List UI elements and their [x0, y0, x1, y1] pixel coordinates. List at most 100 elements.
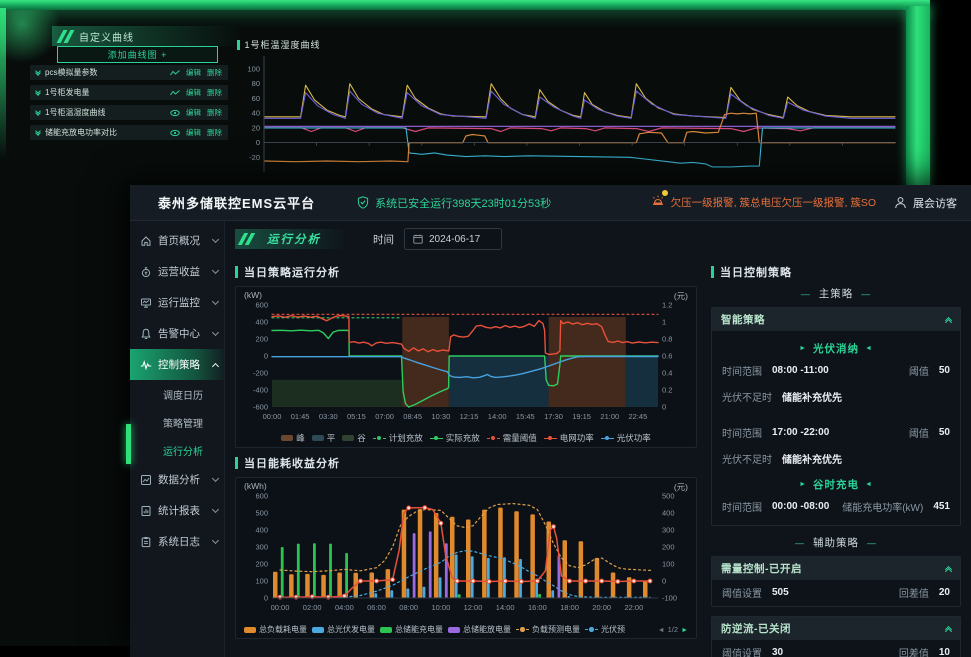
- svg-text:100: 100: [255, 577, 268, 586]
- sidebar-item-label: 系统日志: [158, 534, 200, 549]
- green-frame-top: [0, 0, 930, 10]
- edit-button[interactable]: 编辑: [186, 87, 201, 98]
- calendar-icon: [413, 234, 423, 244]
- sidebar-subitem-run-analysis[interactable]: 运行分析: [130, 436, 224, 464]
- svg-text:200: 200: [255, 335, 268, 344]
- curve-list-item[interactable]: 1号柜温湿度曲线 编辑 删除: [30, 105, 228, 120]
- user-menu[interactable]: 展会访客: [894, 195, 957, 211]
- sidebar-subitem-strategy-management[interactable]: 策略管理: [130, 408, 224, 436]
- svg-text:22:45: 22:45: [629, 412, 648, 421]
- chevron-down-icon: [212, 328, 219, 335]
- section-bar-decoration: [235, 266, 238, 278]
- sidebar-item-label: 运行监控: [158, 295, 200, 310]
- legend-item-planned[interactable]: 计划充放: [373, 432, 423, 444]
- legend-item-actual[interactable]: 实际充放: [430, 432, 480, 444]
- svg-text:0: 0: [264, 594, 268, 603]
- svg-text:600: 600: [255, 492, 268, 501]
- sidebar-item-label: 统计报表: [158, 503, 200, 518]
- date-picker-input[interactable]: 2024-06-17: [404, 228, 502, 250]
- delete-button[interactable]: 删除: [207, 87, 222, 98]
- collapse-chevron-icon[interactable]: [946, 567, 951, 571]
- edit-button[interactable]: 编辑: [186, 127, 201, 138]
- alarm-ticker[interactable]: 欠压一级报警, 簇总电压欠压一级报警, 簇SO: [651, 194, 876, 212]
- svg-text:05:15: 05:15: [347, 412, 366, 421]
- legend-next-page-button[interactable]: [681, 625, 688, 634]
- svg-text:02:00: 02:00: [303, 603, 322, 612]
- custom-curves-title-text: 自定义曲线: [79, 29, 134, 44]
- section-title: 当日策略运行分析: [244, 264, 340, 280]
- eye-icon[interactable]: [170, 109, 180, 117]
- legend-prev-page-button[interactable]: [658, 625, 665, 634]
- svg-text:-400: -400: [253, 386, 268, 395]
- svg-text:06:00: 06:00: [367, 603, 386, 612]
- legend-item-load-consumption[interactable]: 总负载耗电量: [244, 624, 307, 635]
- sidebar-subitem-schedule-calendar[interactable]: 调度日历: [130, 380, 224, 408]
- sidebar-item-revenue[interactable]: 运营收益: [130, 256, 224, 287]
- sidebar-item-control-strategy[interactable]: 控制策略: [130, 349, 224, 380]
- sidebar-item-monitoring[interactable]: 运行监控: [130, 287, 224, 318]
- sidebar-item-label: 运营收益: [158, 264, 200, 279]
- charts-column: 当日策略运行分析 (kW) (元) 6004002000-200-400-600…: [235, 257, 697, 657]
- svg-text:08:45: 08:45: [403, 412, 422, 421]
- legend-item-valley[interactable]: 谷: [342, 432, 366, 444]
- bg-chart-title: 1号柜温湿度曲线: [245, 38, 321, 51]
- curve-icon[interactable]: [170, 69, 180, 77]
- svg-text:300: 300: [662, 526, 675, 535]
- user-name: 展会访客: [913, 195, 957, 211]
- edit-button[interactable]: 编辑: [186, 67, 201, 78]
- sidebar-item-alarm-center[interactable]: 告警中心: [130, 318, 224, 349]
- legend-item-demand-threshold[interactable]: 需量阈值: [487, 432, 537, 444]
- sidebar-item-reports[interactable]: 统计报表: [130, 495, 224, 526]
- collapse-chevron-icon[interactable]: [946, 627, 951, 631]
- slash-decoration-icon: [60, 30, 71, 43]
- legend-item-load-forecast[interactable]: 负载预测电量: [516, 624, 580, 635]
- legend-item-storage-discharge[interactable]: 总储能放电量: [448, 624, 511, 635]
- add-curve-button[interactable]: 添加曲线图 +: [57, 46, 218, 63]
- legend-item-peak[interactable]: 峰: [281, 432, 305, 444]
- svg-text:14:00: 14:00: [496, 603, 515, 612]
- curve-list-item[interactable]: 储能充放电功率对比 编辑 删除: [30, 125, 228, 140]
- curve-icon[interactable]: [170, 89, 180, 97]
- delete-button[interactable]: 删除: [207, 107, 222, 118]
- legend-item-storage-charge[interactable]: 总储能充电量: [380, 624, 443, 635]
- svg-text:12:00: 12:00: [464, 603, 483, 612]
- chevron-down-icon: [212, 235, 219, 242]
- eye-icon[interactable]: [170, 129, 180, 137]
- sidebar-item-system-log[interactable]: 系统日志: [130, 526, 224, 557]
- anti-backflow-card-header: 防逆流-已关闭: [712, 617, 960, 640]
- curve-list-item[interactable]: pcs模拟量参数 编辑 删除: [30, 65, 228, 80]
- delete-button[interactable]: 删除: [207, 67, 222, 78]
- svg-text:-20: -20: [249, 153, 260, 162]
- curve-list-item[interactable]: 1号柜发电量 编辑 删除: [30, 85, 228, 100]
- svg-text:19:15: 19:15: [572, 412, 591, 421]
- svg-text:14:00: 14:00: [488, 412, 507, 421]
- strategy-row: 光伏不足时 储能补充优先: [722, 389, 950, 404]
- section-daily-control-strategy: 当日控制策略: [711, 264, 961, 280]
- aux-strategy-divider: 辅助策略: [711, 535, 961, 550]
- green-accent-strip: [126, 424, 131, 464]
- user-icon[interactable]: [894, 196, 907, 209]
- svg-text:20: 20: [252, 123, 260, 132]
- home-icon: [140, 235, 152, 247]
- svg-text:18:00: 18:00: [560, 603, 579, 612]
- legend-item-pv-power[interactable]: 光伏功率: [601, 432, 651, 444]
- sidebar-item-home-overview[interactable]: 首页概况: [130, 225, 224, 256]
- legend-item-pv-forecast[interactable]: 光伏预: [585, 624, 625, 635]
- legend-item-pv-generation[interactable]: 总光伏发电量: [312, 624, 375, 635]
- main-content: 运行分析 时间 2024-06-17 当日策略运行分析: [225, 221, 971, 657]
- pv-consumption-heading: 光伏消纳: [722, 341, 950, 356]
- svg-text:07:00: 07:00: [375, 412, 394, 421]
- edit-button[interactable]: 编辑: [186, 107, 201, 118]
- page-title-banner: 运行分析: [235, 229, 347, 249]
- delete-button[interactable]: 删除: [207, 127, 222, 138]
- collapse-chevron-icon[interactable]: [946, 318, 951, 322]
- sidebar-item-label: 告警中心: [158, 326, 200, 341]
- strategy-chart-panel: (kW) (元) 6004002000-200-400-6001.210.80.…: [235, 286, 697, 448]
- strategy-wave-icon: [140, 359, 152, 371]
- svg-text:0: 0: [256, 138, 260, 147]
- svg-text:10:00: 10:00: [432, 603, 451, 612]
- sidebar-item-data-analysis[interactable]: 数据分析: [130, 464, 224, 495]
- legend-item-grid-power[interactable]: 电网功率: [544, 432, 594, 444]
- legend-item-flat[interactable]: 平: [312, 432, 336, 444]
- chevron-down-icon: [212, 505, 219, 512]
